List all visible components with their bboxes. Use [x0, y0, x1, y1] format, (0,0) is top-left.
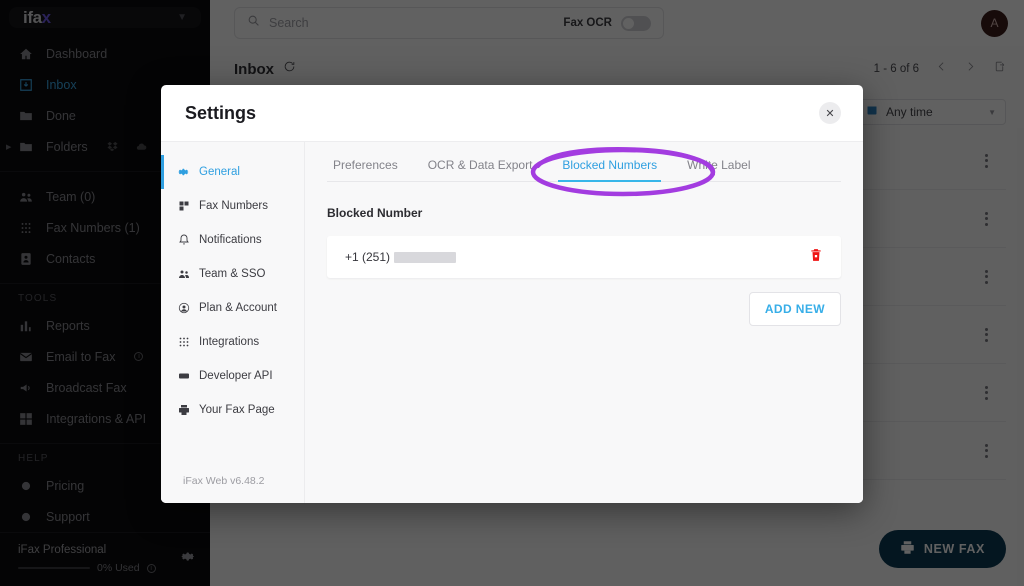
user-circle-icon	[177, 302, 190, 315]
trash-icon[interactable]	[809, 247, 823, 268]
settings-nav-label: Team & SSO	[199, 268, 266, 280]
api-icon	[177, 370, 190, 383]
printer-icon	[177, 404, 190, 417]
add-new-button[interactable]: ADD NEW	[748, 292, 841, 326]
modal-title: Settings	[185, 102, 257, 123]
gear-icon	[177, 166, 190, 179]
blocked-number-row: +1 (251)	[327, 236, 841, 278]
settings-nav-item-general[interactable]: General	[161, 155, 304, 189]
settings-nav-label: Your Fax Page	[199, 404, 275, 416]
app-version: iFax Web v6.48.2	[183, 475, 265, 487]
grid-dots-icon	[177, 336, 190, 349]
settings-nav-label: Notifications	[199, 234, 262, 246]
settings-nav-item-integrations[interactable]: Integrations	[161, 325, 304, 359]
settings-nav-item-notifications[interactable]: Notifications	[161, 223, 304, 257]
add-new-row: ADD NEW	[327, 292, 841, 326]
team-icon	[177, 268, 190, 281]
settings-content: Preferences OCR & Data Export Blocked Nu…	[305, 142, 863, 503]
settings-nav-item-plan-account[interactable]: Plan & Account	[161, 291, 304, 325]
modal-header: Settings ✕	[161, 85, 863, 141]
fax-numbers-icon	[177, 200, 190, 213]
settings-nav-item-fax-numbers[interactable]: Fax Numbers	[161, 189, 304, 223]
settings-nav-label: General	[199, 166, 240, 178]
bell-icon	[177, 234, 190, 247]
tab-white-label[interactable]: White Label	[687, 158, 750, 181]
settings-nav-item-team-sso[interactable]: Team & SSO	[161, 257, 304, 291]
modal-body: General Fax Numbers Notifications Team &…	[161, 141, 863, 503]
tab-blocked-numbers[interactable]: Blocked Numbers	[558, 158, 661, 182]
settings-nav-item-developer-api[interactable]: Developer API	[161, 359, 304, 393]
section-title-blocked-number: Blocked Number	[327, 206, 423, 220]
blocked-number-value: +1 (251)	[345, 250, 457, 264]
settings-nav: General Fax Numbers Notifications Team &…	[161, 142, 305, 503]
settings-nav-label: Plan & Account	[199, 302, 277, 314]
settings-nav-label: Integrations	[199, 336, 260, 348]
settings-nav-label: Developer API	[199, 370, 273, 382]
settings-nav-label: Fax Numbers	[199, 200, 269, 212]
redacted-digits	[394, 251, 457, 263]
app-root: ifax ▼ Dashboard Inbox Done ▶	[0, 0, 1024, 586]
tab-ocr-data-export[interactable]: OCR & Data Export	[428, 158, 533, 181]
close-icon[interactable]: ✕	[819, 102, 841, 124]
settings-tabs: Preferences OCR & Data Export Blocked Nu…	[327, 142, 841, 182]
tab-preferences[interactable]: Preferences	[333, 158, 398, 181]
settings-nav-item-your-fax-page[interactable]: Your Fax Page	[161, 393, 304, 427]
settings-modal: Settings ✕ General Fax Numbers Notificat…	[161, 85, 863, 503]
blocked-number-prefix: +1 (251)	[345, 250, 391, 264]
